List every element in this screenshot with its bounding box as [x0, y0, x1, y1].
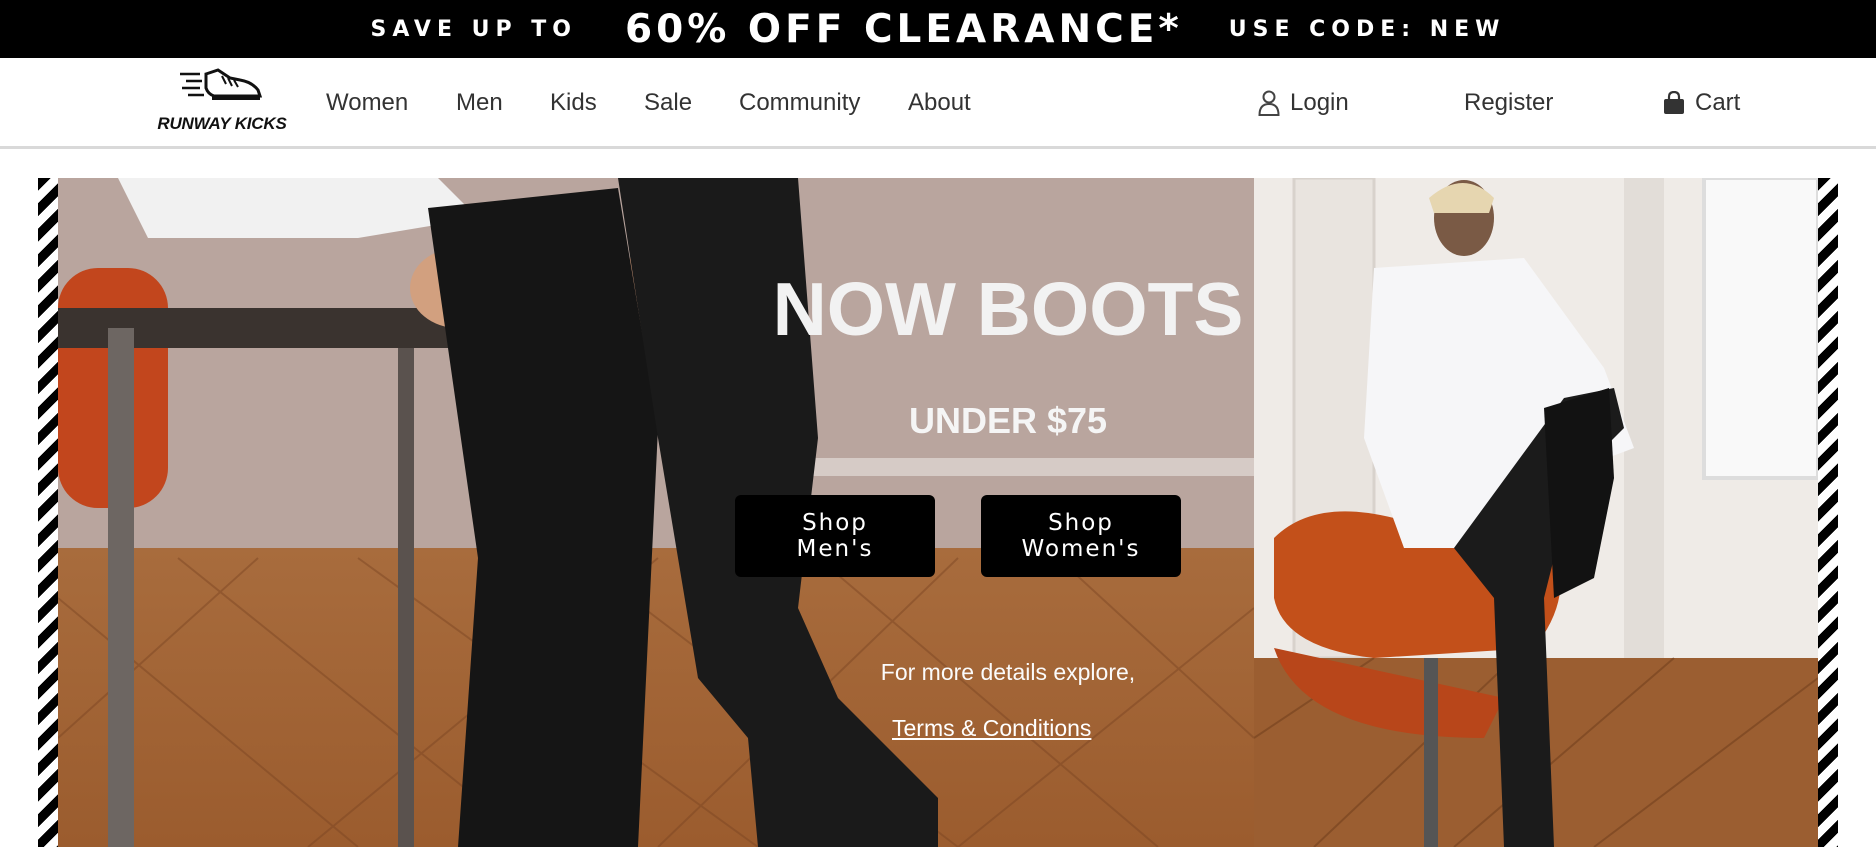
brand-name: RUNWAY KICKS [157, 114, 287, 133]
login-label: Login [1290, 89, 1349, 116]
site-header: RUNWAY KICKS Women Men Kids Sale Communi… [0, 58, 1876, 149]
sneaker-icon [180, 68, 263, 100]
hero-stripe-right [1818, 178, 1838, 847]
nav-item-women[interactable]: Women [326, 89, 408, 117]
hero-subtitle: UNDER $75 [908, 400, 1108, 441]
hero-title: NOW BOOTS [772, 267, 1244, 351]
details-text: For more details explore, [880, 659, 1136, 685]
nav-item-community[interactable]: Community [739, 89, 860, 117]
register-link[interactable]: Register [1464, 89, 1553, 117]
shop-womens-button[interactable]: Shop Women's [981, 495, 1181, 577]
promo-headline: 60% OFF CLEARANCE* [625, 6, 1183, 52]
nav-item-men[interactable]: Men [456, 89, 503, 117]
cart-link[interactable]: Cart [1663, 89, 1740, 117]
nav-item-about[interactable]: About [908, 89, 971, 117]
login-link[interactable]: Login [1258, 89, 1349, 117]
hero-photo-left: NOW BOOTS UNDER $75 Shop Men's Shop Wome… [58, 178, 1254, 847]
nav-item-kids[interactable]: Kids [550, 89, 597, 117]
brand-logo[interactable]: RUNWAY KICKS [156, 64, 288, 136]
hero-photo-right [1254, 178, 1818, 847]
terms-link[interactable]: Terms & Conditions [892, 715, 1091, 742]
promo-lead: SAVE UP TO [370, 16, 577, 42]
hero-banner: NOW BOOTS UNDER $75 Shop Men's Shop Wome… [38, 178, 1838, 847]
model-photo-illustration [1254, 178, 1818, 847]
cart-label: Cart [1695, 89, 1741, 116]
promo-banner: SAVE UP TO 60% OFF CLEARANCE* USE CODE: … [0, 0, 1876, 58]
promo-code: USE CODE: NEW [1228, 16, 1506, 42]
nav-item-sale[interactable]: Sale [644, 89, 692, 117]
hero-stripe-left [38, 178, 58, 847]
user-icon [1258, 90, 1280, 116]
shopping-bag-icon [1664, 91, 1684, 114]
shop-mens-button[interactable]: Shop Men's [735, 495, 935, 577]
